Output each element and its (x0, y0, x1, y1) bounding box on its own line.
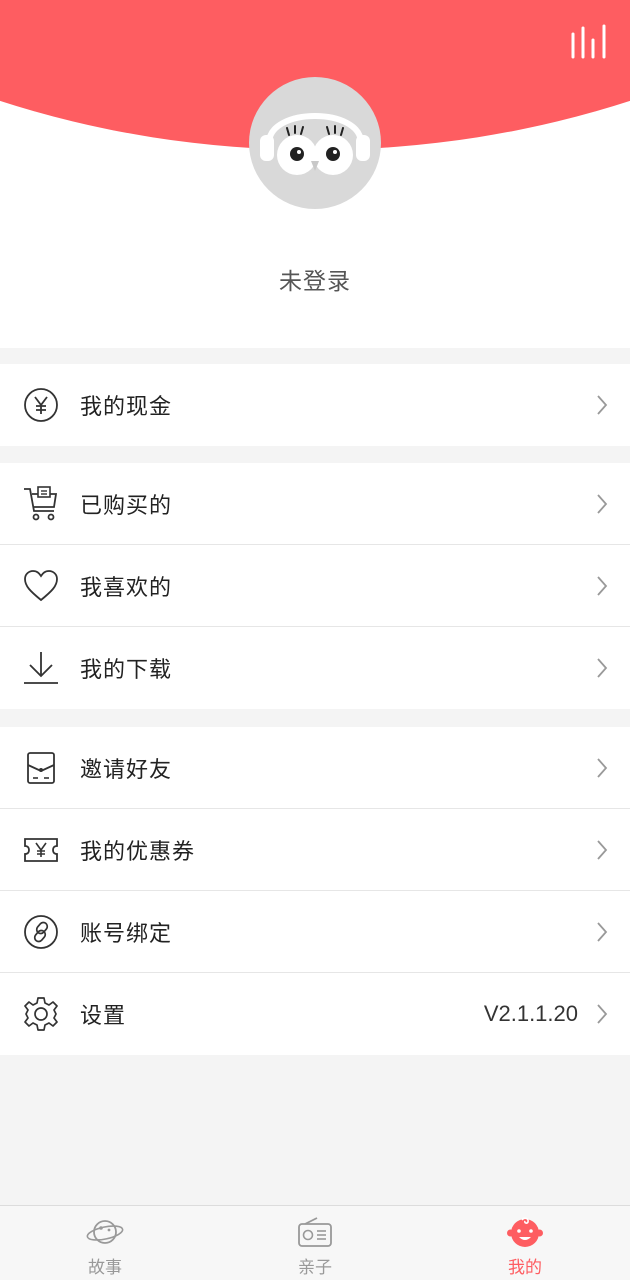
login-status[interactable]: 未登录 (0, 262, 630, 296)
chevron-right-icon (597, 921, 608, 942)
chevron-right-icon (597, 1004, 608, 1024)
planet-icon (86, 1220, 124, 1244)
menu-item-downloads-label: 我的下载 (80, 658, 173, 683)
bottom-tab-bar: 故事 亲子 我的 (0, 1205, 630, 1280)
menu-item-purchased-label: 已购买的 (80, 493, 173, 519)
menu-item-settings[interactable]: 设置 V2.1.1.20 (0, 973, 630, 1055)
baby-face-icon (507, 1217, 543, 1247)
tab-story[interactable]: 故事 (0, 1206, 210, 1280)
equalizer-icon[interactable] (570, 24, 608, 60)
menu-item-coupons-label: 我的优惠券 (80, 839, 196, 865)
menu-group-other: 邀请好友 我的优惠券 账号绑定 设置 V2.1.1.20 (0, 727, 630, 1055)
chevron-right-icon (597, 395, 608, 415)
menu-item-liked[interactable]: 我喜欢的 (0, 545, 630, 627)
profile-header: 未登录 (0, 0, 630, 348)
tab-mine-label: 我的 (508, 1258, 542, 1278)
app-version: V2.1.1.20 (483, 1001, 578, 1026)
envelope-icon (27, 751, 55, 784)
chevron-right-icon (597, 493, 608, 514)
menu-item-invite[interactable]: 邀请好友 (0, 727, 630, 809)
menu-item-purchased[interactable]: 已购买的 (0, 463, 630, 545)
avatar[interactable] (249, 77, 381, 209)
chevron-right-icon (597, 839, 608, 860)
yen-circle-icon (24, 388, 58, 422)
menu-item-cash-label: 我的现金 (80, 395, 173, 420)
coupon-icon (24, 837, 58, 862)
menu-item-liked-label: 我喜欢的 (80, 575, 173, 601)
owl-headphones-icon (260, 113, 370, 175)
menu-item-cash[interactable]: 我的现金 (0, 364, 630, 446)
menu-item-account-binding-label: 账号绑定 (80, 921, 173, 947)
menu-item-coupons[interactable]: 我的优惠券 (0, 809, 630, 891)
menu-group-cash: 我的现金 (0, 364, 630, 446)
tab-mine[interactable]: 我的 (420, 1206, 630, 1280)
menu-item-downloads[interactable]: 我的下载 (0, 627, 630, 709)
download-icon (24, 652, 58, 684)
chevron-right-icon (597, 575, 608, 596)
menu-group-content: 已购买的 我喜欢的 我的下载 (0, 463, 630, 709)
menu-item-settings-label: 设置 (80, 1004, 127, 1029)
menu-item-account-binding[interactable]: 账号绑定 (0, 891, 630, 973)
tab-parenting[interactable]: 亲子 (210, 1206, 420, 1280)
tab-parenting-label: 亲子 (298, 1258, 332, 1278)
chevron-right-icon (597, 757, 608, 778)
link-icon (24, 914, 58, 949)
tab-story-label: 故事 (88, 1258, 122, 1278)
cart-icon (24, 485, 58, 520)
heart-icon (24, 569, 58, 601)
radio-icon (298, 1217, 332, 1247)
chevron-right-icon (597, 658, 608, 678)
gear-icon (24, 997, 58, 1031)
menu-item-invite-label: 邀请好友 (80, 757, 173, 783)
